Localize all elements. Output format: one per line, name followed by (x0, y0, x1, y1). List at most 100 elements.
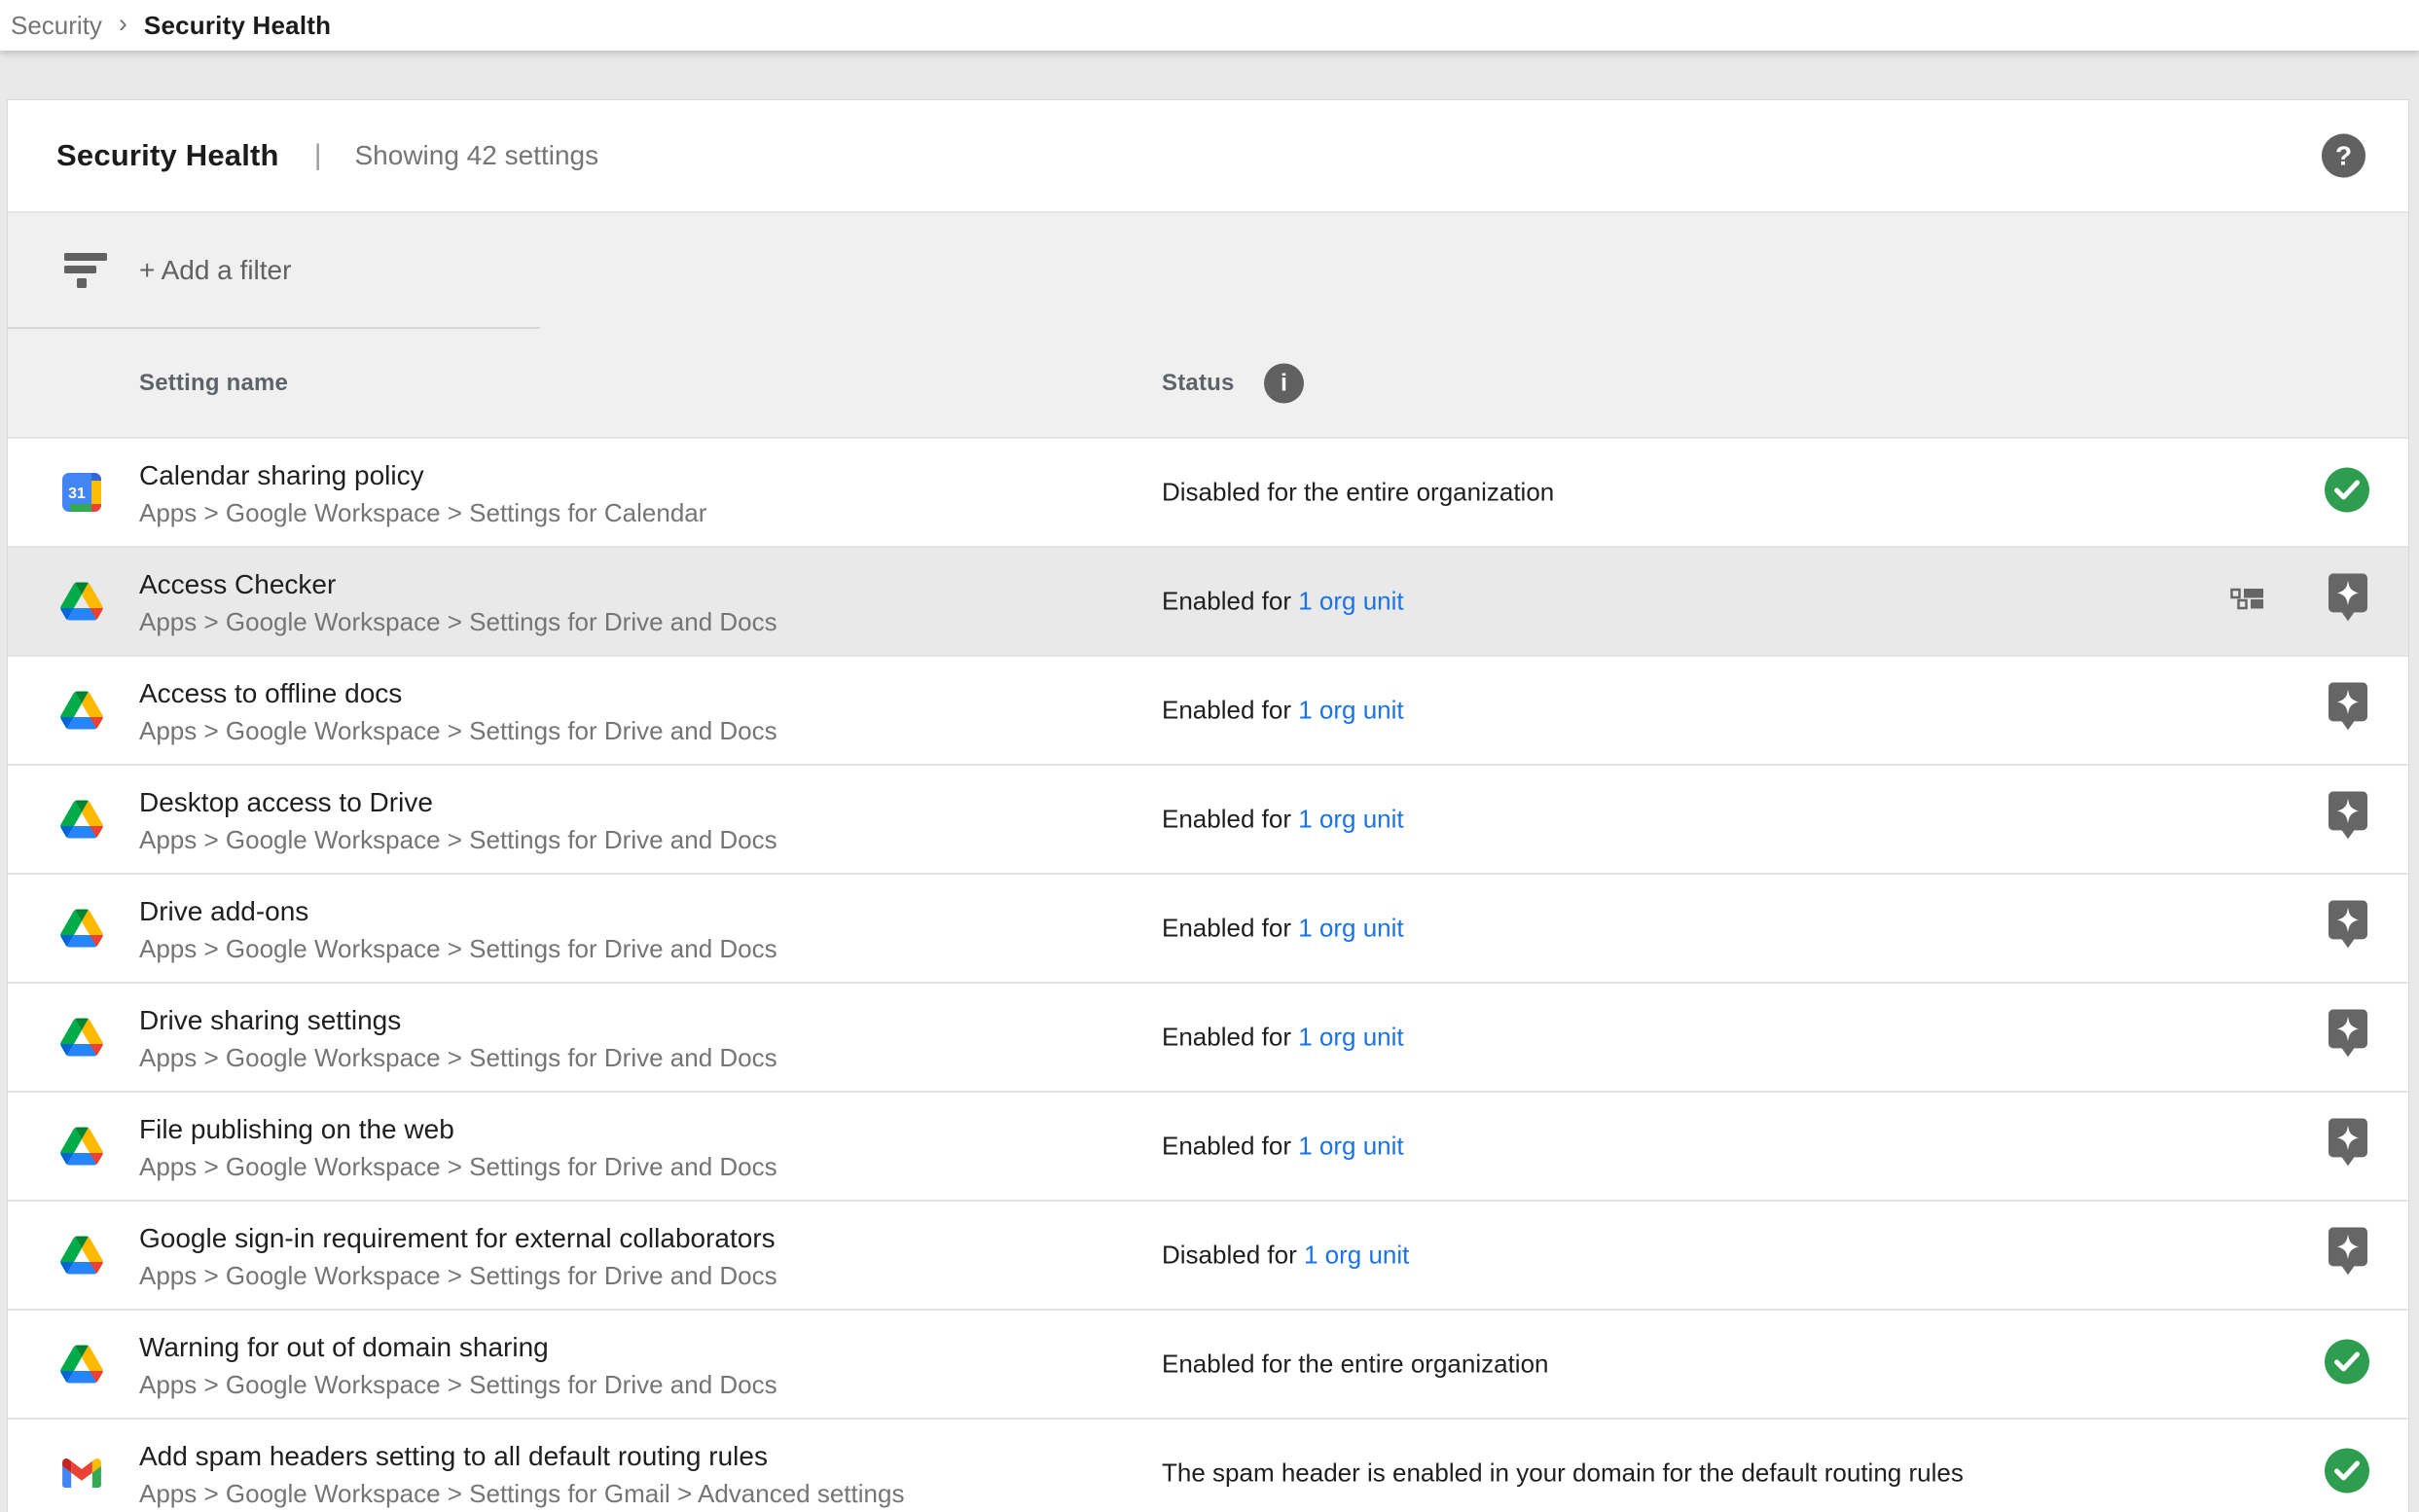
settings-count: Showing 42 settings (355, 140, 599, 171)
table-header: Setting name Status i (8, 329, 2408, 437)
setting-path: Apps > Google Workspace > Settings for D… (139, 1147, 777, 1186)
table-row[interactable]: Access Checker Apps > Google Workspace >… (8, 546, 2408, 655)
app-icon: 31 (59, 473, 104, 512)
table-row[interactable]: Add spam headers setting to all default … (8, 1418, 2408, 1512)
setting-name: Drive sharing settings (139, 1002, 777, 1038)
title-divider: | (314, 139, 322, 172)
org-unit-link[interactable]: 1 org unit (1298, 1132, 1403, 1161)
setting-path: Apps > Google Workspace > Settings for D… (139, 1256, 777, 1295)
setting-path: Apps > Google Workspace > Settings for D… (139, 602, 777, 641)
recommendation-icon[interactable] (2329, 900, 2367, 954)
setting-name: File publishing on the web (139, 1111, 777, 1147)
settings-list: 31 Calendar sharing policy Apps > Google… (8, 437, 2408, 1512)
setting-name: Desktop access to Drive (139, 784, 777, 820)
org-unit-link[interactable]: 1 org unit (1298, 696, 1403, 725)
org-unit-icon (2230, 589, 2263, 615)
recommendation-icon[interactable] (2329, 1118, 2367, 1171)
table-row[interactable]: Drive sharing settings Apps > Google Wor… (8, 982, 2408, 1091)
status-cell: Enabled for 1 org unit (1162, 805, 1404, 835)
status-cell: Enabled for 1 org unit (1162, 1023, 1404, 1053)
status-ok-icon (2324, 467, 2370, 519)
status-text: The spam header is enabled in your domai… (1162, 1458, 1964, 1488)
page-title: Security Health (56, 138, 279, 173)
filter-list-icon (63, 252, 108, 289)
status-info-icon[interactable]: i (1264, 363, 1304, 403)
add-filter-button[interactable]: + Add a filter (139, 255, 291, 286)
status-ok-icon (2324, 1448, 2370, 1499)
setting-name: Calendar sharing policy (139, 457, 706, 493)
drive-icon (60, 1128, 103, 1166)
status-cell: Enabled for 1 org unit (1162, 587, 1404, 617)
breadcrumb-chevron-icon: › (119, 9, 127, 39)
card-header: Security Health | Showing 42 settings ? (8, 100, 2408, 213)
app-icon (59, 1019, 104, 1057)
help-icon[interactable]: ? (2322, 134, 2365, 178)
setting-path: Apps > Google Workspace > Settings for D… (139, 929, 777, 968)
breadcrumb-security-link[interactable]: Security (11, 11, 102, 41)
drive-icon (60, 1237, 103, 1275)
setting-text: Drive add-ons Apps > Google Workspace > … (139, 893, 777, 968)
setting-text: File publishing on the web Apps > Google… (139, 1111, 777, 1186)
setting-name: Access Checker (139, 566, 777, 602)
table-row[interactable]: Warning for out of domain sharing Apps >… (8, 1309, 2408, 1418)
status-ok-icon (2324, 1339, 2370, 1390)
setting-text: Add spam headers setting to all default … (139, 1438, 904, 1512)
table-row[interactable]: Drive add-ons Apps > Google Workspace > … (8, 873, 2408, 982)
org-unit-link[interactable]: 1 org unit (1298, 805, 1403, 834)
status-text: Enabled for (1162, 1023, 1298, 1052)
app-icon (59, 692, 104, 730)
recommendation-icon[interactable] (2329, 1009, 2367, 1062)
app-icon (59, 1237, 104, 1275)
column-setting-name: Setting name (139, 370, 288, 397)
app-icon (59, 1458, 104, 1488)
recommendation-icon[interactable] (2329, 682, 2367, 736)
drive-icon (60, 1346, 103, 1384)
setting-text: Google sign-in requirement for external … (139, 1220, 777, 1295)
status-text: Enabled for the entire organization (1162, 1350, 1549, 1379)
status-cell: Enabled for 1 org unit (1162, 1132, 1404, 1162)
recommendation-icon[interactable] (2329, 1227, 2367, 1280)
setting-text: Desktop access to Drive Apps > Google Wo… (139, 784, 777, 859)
table-row[interactable]: Google sign-in requirement for external … (8, 1200, 2408, 1309)
status-cell: Enabled for the entire organization (1162, 1350, 1549, 1380)
status-text: Disabled for (1162, 1241, 1304, 1270)
setting-name: Warning for out of domain sharing (139, 1329, 777, 1365)
breadcrumb: Security › Security Health (0, 0, 2419, 51)
breadcrumb-current-page: Security Health (144, 11, 331, 41)
setting-name: Drive add-ons (139, 893, 777, 929)
setting-path: Apps > Google Workspace > Settings for D… (139, 1365, 777, 1404)
table-row[interactable]: 31 Calendar sharing policy Apps > Google… (8, 437, 2408, 546)
status-text: Enabled for (1162, 805, 1298, 834)
setting-text: Access Checker Apps > Google Workspace >… (139, 566, 777, 641)
column-status: Status (1162, 370, 1235, 397)
recommendation-icon[interactable] (2329, 573, 2367, 627)
recommendation-icon[interactable] (2329, 791, 2367, 845)
calendar-icon: 31 (62, 473, 101, 512)
drive-icon (60, 692, 103, 730)
org-unit-link[interactable]: 1 org unit (1298, 914, 1403, 943)
setting-text: Calendar sharing policy Apps > Google Wo… (139, 457, 706, 532)
setting-name: Google sign-in requirement for external … (139, 1220, 777, 1256)
drive-icon (60, 1019, 103, 1057)
security-health-card: Security Health | Showing 42 settings ? … (7, 99, 2409, 1512)
status-text: Enabled for (1162, 696, 1298, 725)
org-unit-link[interactable]: 1 org unit (1298, 1023, 1403, 1052)
filter-and-header-band: + Add a filter Setting name Status i (8, 213, 2408, 437)
setting-text: Access to offline docs Apps > Google Wor… (139, 675, 777, 750)
status-cell: Enabled for 1 org unit (1162, 914, 1404, 944)
org-unit-link[interactable]: 1 org unit (1298, 587, 1403, 616)
drive-icon (60, 583, 103, 621)
status-cell: Disabled for the entire organization (1162, 478, 1554, 508)
app-icon (59, 1346, 104, 1384)
setting-path: Apps > Google Workspace > Settings for D… (139, 1038, 777, 1077)
app-icon (59, 801, 104, 839)
table-row[interactable]: File publishing on the web Apps > Google… (8, 1091, 2408, 1200)
org-unit-link[interactable]: 1 org unit (1304, 1241, 1409, 1270)
status-text: Enabled for (1162, 587, 1298, 616)
setting-name: Access to offline docs (139, 675, 777, 711)
drive-icon (60, 910, 103, 948)
setting-path: Apps > Google Workspace > Settings for C… (139, 493, 706, 532)
table-row[interactable]: Desktop access to Drive Apps > Google Wo… (8, 764, 2408, 873)
drive-icon (60, 801, 103, 839)
table-row[interactable]: Access to offline docs Apps > Google Wor… (8, 655, 2408, 764)
